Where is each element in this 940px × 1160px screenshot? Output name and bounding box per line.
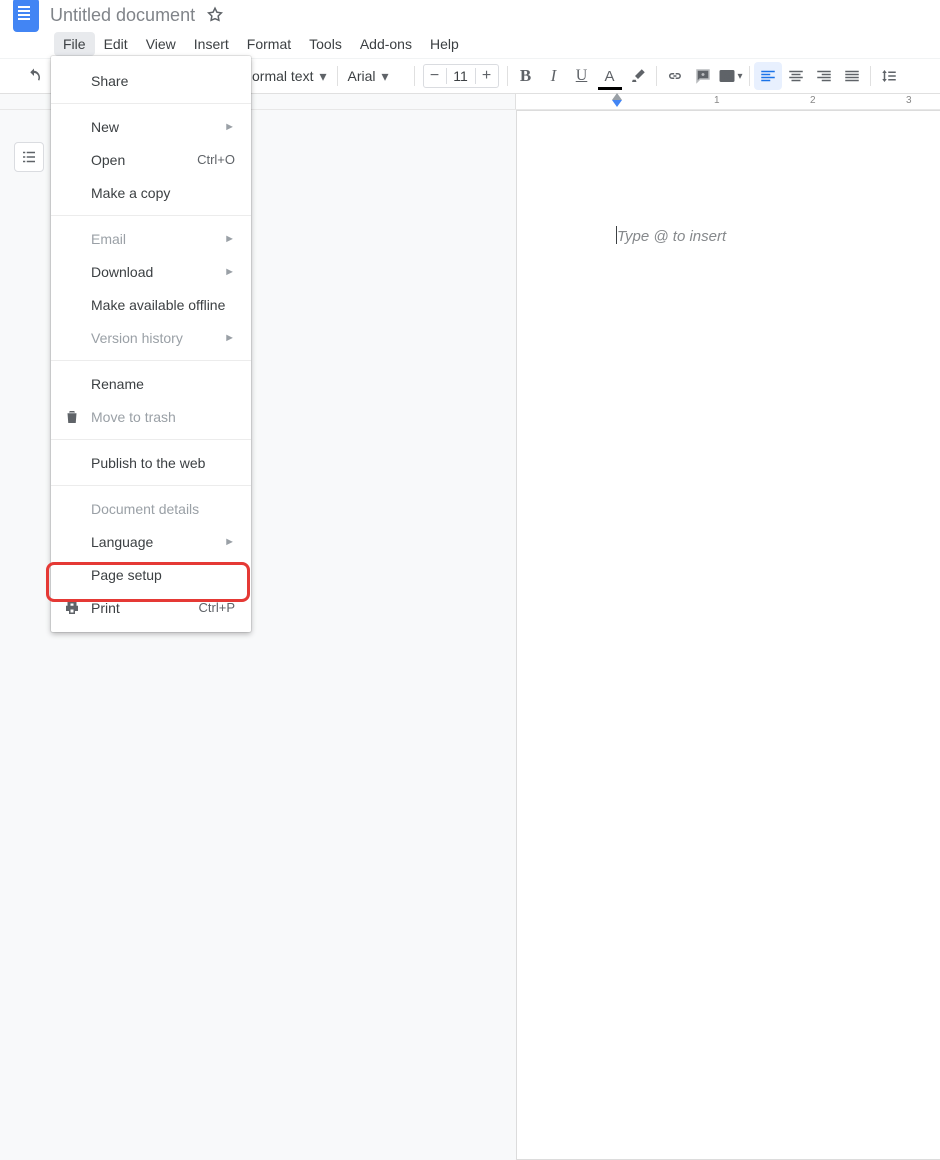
menu-item-label: Document details bbox=[91, 501, 199, 517]
text-color-button[interactable]: A bbox=[596, 62, 624, 90]
trash-icon bbox=[63, 408, 81, 426]
file-menu: ShareNew►OpenCtrl+OMake a copyEmail►Down… bbox=[51, 56, 251, 632]
align-justify-button[interactable] bbox=[838, 62, 866, 90]
font-size-stepper[interactable]: − 11 + bbox=[423, 64, 499, 88]
menu-item-shortcut: Ctrl+P bbox=[199, 600, 235, 615]
menu-item-label: Page setup bbox=[91, 567, 162, 583]
bold-button[interactable]: B bbox=[512, 62, 540, 90]
page-placeholder: Type @ to insert bbox=[617, 228, 726, 245]
align-center-button[interactable] bbox=[782, 62, 810, 90]
separator bbox=[337, 66, 338, 86]
menu-separator bbox=[51, 439, 251, 440]
paragraph-style-select[interactable]: ormal text ▾ bbox=[246, 62, 333, 90]
menu-item-make-a-copy[interactable]: Make a copy bbox=[51, 176, 251, 209]
document-title[interactable]: Untitled document bbox=[50, 5, 195, 26]
separator bbox=[656, 66, 657, 86]
star-icon[interactable] bbox=[205, 5, 225, 25]
menu-separator bbox=[51, 103, 251, 104]
chevron-right-icon: ► bbox=[224, 332, 235, 344]
menu-item-open[interactable]: Open Ctrl+O bbox=[51, 143, 251, 176]
menu-item-label: Email bbox=[91, 231, 126, 247]
align-right-button[interactable] bbox=[810, 62, 838, 90]
font-label: Arial bbox=[348, 68, 376, 84]
header-bar: Untitled document bbox=[0, 0, 940, 30]
menu-item-version-history: Version history ► bbox=[51, 321, 251, 354]
chevron-right-icon: ► bbox=[224, 233, 235, 245]
menu-separator bbox=[51, 215, 251, 216]
menu-item-share[interactable]: Share bbox=[51, 64, 251, 97]
menu-view[interactable]: View bbox=[137, 32, 185, 56]
menu-item-rename[interactable]: Rename bbox=[51, 367, 251, 400]
menu-item-label: Rename bbox=[91, 376, 144, 392]
insert-comment-button[interactable] bbox=[689, 62, 717, 90]
insert-image-button[interactable]: ▾ bbox=[717, 62, 745, 90]
ruler-num-3: 3 bbox=[906, 95, 912, 106]
document-outline-button[interactable] bbox=[14, 142, 44, 172]
menu-item-make-available-offline[interactable]: Make available offline bbox=[51, 288, 251, 321]
menu-item-print[interactable]: Print Ctrl+P bbox=[51, 591, 251, 624]
chevron-down-icon: ▾ bbox=[737, 71, 742, 82]
insert-link-button[interactable] bbox=[661, 62, 689, 90]
menu-edit[interactable]: Edit bbox=[95, 32, 137, 56]
menu-insert[interactable]: Insert bbox=[185, 32, 238, 56]
menu-item-publish-to-the-web[interactable]: Publish to the web bbox=[51, 446, 251, 479]
menubar: File Edit View Insert Format Tools Add-o… bbox=[0, 30, 940, 58]
menu-addons[interactable]: Add-ons bbox=[351, 32, 421, 56]
chevron-right-icon: ► bbox=[224, 121, 235, 133]
align-left-button[interactable] bbox=[754, 62, 782, 90]
chevron-right-icon: ► bbox=[224, 266, 235, 278]
font-size-increase[interactable]: + bbox=[476, 65, 498, 87]
font-select[interactable]: Arial ▾ bbox=[342, 62, 410, 90]
menu-item-new[interactable]: New ► bbox=[51, 110, 251, 143]
font-size-value[interactable]: 11 bbox=[446, 68, 476, 84]
menu-item-label: Make a copy bbox=[91, 185, 170, 201]
print-icon bbox=[63, 599, 81, 617]
menu-item-label: Version history bbox=[91, 330, 183, 346]
menu-item-label: Move to trash bbox=[91, 409, 176, 425]
menu-separator bbox=[51, 485, 251, 486]
chevron-right-icon: ► bbox=[224, 536, 235, 548]
menu-item-move-to-trash: Move to trash bbox=[51, 400, 251, 433]
menu-help[interactable]: Help bbox=[421, 32, 468, 56]
menu-item-page-setup[interactable]: Page setup bbox=[51, 558, 251, 591]
paragraph-style-label: ormal text bbox=[252, 68, 313, 84]
menu-item-shortcut: Ctrl+O bbox=[197, 152, 235, 167]
ruler-num-2: 2 bbox=[810, 95, 816, 106]
menu-item-document-details: Document details bbox=[51, 492, 251, 525]
italic-button[interactable]: I bbox=[540, 62, 568, 90]
menu-format[interactable]: Format bbox=[238, 32, 300, 56]
document-page[interactable]: Type @ to insert bbox=[516, 110, 940, 1160]
menu-tools[interactable]: Tools bbox=[300, 32, 351, 56]
font-size-decrease[interactable]: − bbox=[424, 65, 446, 87]
first-line-indent-marker[interactable] bbox=[612, 93, 622, 100]
separator bbox=[507, 66, 508, 86]
docs-logo[interactable] bbox=[8, 0, 44, 33]
menu-item-download[interactable]: Download ► bbox=[51, 255, 251, 288]
underline-button[interactable]: U bbox=[568, 62, 596, 90]
separator bbox=[749, 66, 750, 86]
highlight-button[interactable] bbox=[624, 62, 652, 90]
line-spacing-button[interactable] bbox=[875, 62, 903, 90]
menu-item-label: Publish to the web bbox=[91, 455, 205, 471]
undo-button[interactable] bbox=[20, 62, 48, 90]
chevron-down-icon: ▾ bbox=[319, 68, 326, 85]
menu-item-label: Print bbox=[91, 600, 120, 616]
menu-item-label: Open bbox=[91, 152, 125, 168]
left-indent-marker[interactable] bbox=[612, 100, 622, 107]
menu-item-label: Make available offline bbox=[91, 297, 225, 313]
menu-item-language[interactable]: Language ► bbox=[51, 525, 251, 558]
chevron-down-icon: ▾ bbox=[382, 68, 389, 85]
menu-item-label: Language bbox=[91, 534, 153, 550]
menu-item-label: Download bbox=[91, 264, 153, 280]
menu-item-email: Email ► bbox=[51, 222, 251, 255]
menu-separator bbox=[51, 360, 251, 361]
separator bbox=[870, 66, 871, 86]
menu-item-label: New bbox=[91, 119, 119, 135]
menu-item-label: Share bbox=[91, 73, 128, 89]
menu-file[interactable]: File bbox=[54, 32, 95, 56]
ruler-num-1: 1 bbox=[714, 95, 720, 106]
separator bbox=[414, 66, 415, 86]
